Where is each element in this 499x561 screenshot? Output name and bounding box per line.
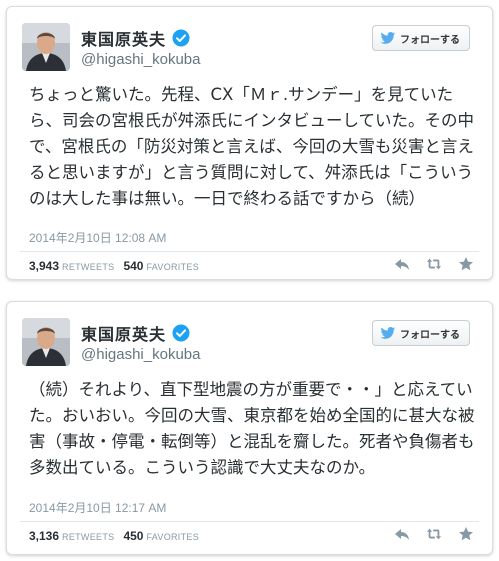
favorite-count: 540 — [123, 259, 144, 273]
favorite-star-icon[interactable] — [458, 256, 474, 272]
retweet-label: RETWEETS — [62, 262, 115, 272]
twitter-bird-icon — [380, 31, 396, 45]
reply-icon[interactable] — [394, 526, 410, 542]
retweet-count-stat[interactable]: 3,136 RETWEETS — [29, 529, 114, 543]
retweet-icon[interactable] — [426, 526, 442, 542]
twitter-bird-icon — [380, 326, 396, 340]
tweet-timestamp[interactable]: 2014年2月10日 12:17 AM — [29, 499, 166, 516]
follow-button-label: フォローする — [400, 329, 460, 341]
avatar-image — [22, 23, 70, 71]
favorite-count-stat[interactable]: 450 FAVORITES — [123, 529, 199, 543]
tweet-card: 東国原英夫 @higashi_kokuba フォローする （続）それより、直下型… — [6, 301, 493, 555]
tweet-stats: 3,136 RETWEETS 450 FAVORITES — [29, 529, 199, 543]
tweet-text: （続）それより、直下型地震の方が重要で・・」と応えていた。おいおい。今回の大雪、… — [29, 380, 475, 477]
favorite-star-icon[interactable] — [458, 526, 474, 542]
reply-icon[interactable] — [394, 256, 410, 272]
tweet-actions — [394, 526, 474, 542]
tweet-timestamp[interactable]: 2014年2月10日 12:08 AM — [29, 229, 166, 246]
divider — [20, 251, 479, 252]
retweet-count-stat[interactable]: 3,943 RETWEETS — [29, 259, 114, 273]
retweet-label: RETWEETS — [62, 532, 115, 542]
favorite-count-stat[interactable]: 540 FAVORITES — [123, 259, 199, 273]
verified-badge-icon — [172, 29, 190, 47]
follow-button[interactable]: フォローする — [372, 25, 470, 51]
retweet-count: 3,943 — [29, 259, 60, 273]
avatar[interactable] — [22, 318, 70, 366]
tweet-actions — [394, 256, 474, 272]
retweet-icon[interactable] — [426, 256, 442, 272]
author-name-row: 東国原英夫 — [81, 26, 190, 50]
avatar[interactable] — [22, 23, 70, 71]
tweet-text: ちょっと驚いた。先程、CX「Ｍｒ.サンデー」を見ていたら、司会の宮根氏が舛添氏に… — [29, 85, 475, 208]
tweet-stats: 3,943 RETWEETS 540 FAVORITES — [29, 259, 199, 273]
author-handle[interactable]: @higashi_kokuba — [81, 51, 200, 68]
tweet-card: 東国原英夫 @higashi_kokuba フォローする ちょっと驚いた。先程、… — [6, 6, 493, 280]
favorite-label: FAVORITES — [146, 262, 200, 272]
author-name-row: 東国原英夫 — [81, 321, 190, 345]
follow-button[interactable]: フォローする — [372, 320, 470, 346]
avatar-image — [22, 318, 70, 366]
divider — [20, 521, 479, 522]
favorite-count: 450 — [123, 529, 144, 543]
retweet-count: 3,136 — [29, 529, 60, 543]
author-name[interactable]: 東国原英夫 — [81, 26, 166, 50]
favorite-label: FAVORITES — [146, 532, 200, 542]
author-handle[interactable]: @higashi_kokuba — [81, 346, 200, 363]
verified-badge-icon — [172, 324, 190, 342]
follow-button-label: フォローする — [400, 34, 460, 46]
author-name[interactable]: 東国原英夫 — [81, 321, 166, 345]
